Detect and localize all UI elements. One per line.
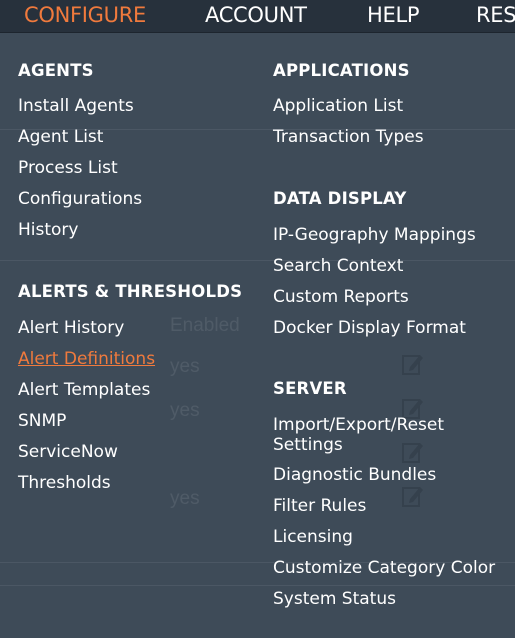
- menu-item-docker-display-format[interactable]: Docker Display Format: [273, 318, 466, 338]
- menu-item-snmp[interactable]: SNMP: [18, 411, 66, 431]
- menu-item-agent-list[interactable]: Agent List: [18, 127, 103, 147]
- nav-help[interactable]: HELP: [367, 0, 420, 32]
- menu-item-process-list[interactable]: Process List: [18, 158, 118, 178]
- menu-item-system-status[interactable]: System Status: [273, 589, 396, 609]
- menu-item-transaction-types[interactable]: Transaction Types: [273, 127, 424, 147]
- menu-item-search-context[interactable]: Search Context: [273, 256, 403, 276]
- section-title-agents: AGENTS: [18, 61, 94, 80]
- section-title-data-display: DATA DISPLAY: [273, 189, 407, 208]
- menu-item-history[interactable]: History: [18, 220, 78, 240]
- menu-item-customize-category-color[interactable]: Customize Category Color: [273, 558, 495, 578]
- menu-item-custom-reports[interactable]: Custom Reports: [273, 287, 409, 307]
- configure-dropdown-menu: AGENTS Install Agents Agent List Process…: [0, 32, 515, 638]
- menu-item-alert-history[interactable]: Alert History: [18, 318, 124, 338]
- menu-item-licensing[interactable]: Licensing: [273, 527, 353, 547]
- menu-item-thresholds[interactable]: Thresholds: [18, 473, 111, 493]
- menu-item-alert-templates[interactable]: Alert Templates: [18, 380, 150, 400]
- menu-item-import-export-reset-settings[interactable]: Import/Export/Reset Settings: [273, 415, 493, 455]
- section-title-applications: APPLICATIONS: [273, 61, 410, 80]
- section-title-server: SERVER: [273, 379, 347, 398]
- menu-item-configurations[interactable]: Configurations: [18, 189, 142, 209]
- menu-item-filter-rules[interactable]: Filter Rules: [273, 496, 366, 516]
- section-title-alerts-thresholds: ALERTS & THRESHOLDS: [18, 282, 243, 301]
- menu-item-alert-definitions[interactable]: Alert Definitions: [18, 349, 155, 369]
- nav-resources[interactable]: RES: [476, 0, 515, 32]
- nav-account[interactable]: ACCOUNT: [205, 0, 307, 32]
- menu-item-install-agents[interactable]: Install Agents: [18, 96, 134, 116]
- menu-item-servicenow[interactable]: ServiceNow: [18, 442, 118, 462]
- menu-item-diagnostic-bundles[interactable]: Diagnostic Bundles: [273, 465, 436, 485]
- menu-item-ip-geography-mappings[interactable]: IP-Geography Mappings: [273, 225, 476, 245]
- top-navigation-bar: CONFIGURE ACCOUNT HELP RES: [0, 0, 515, 32]
- nav-configure[interactable]: CONFIGURE: [24, 0, 146, 32]
- menu-item-application-list[interactable]: Application List: [273, 96, 403, 116]
